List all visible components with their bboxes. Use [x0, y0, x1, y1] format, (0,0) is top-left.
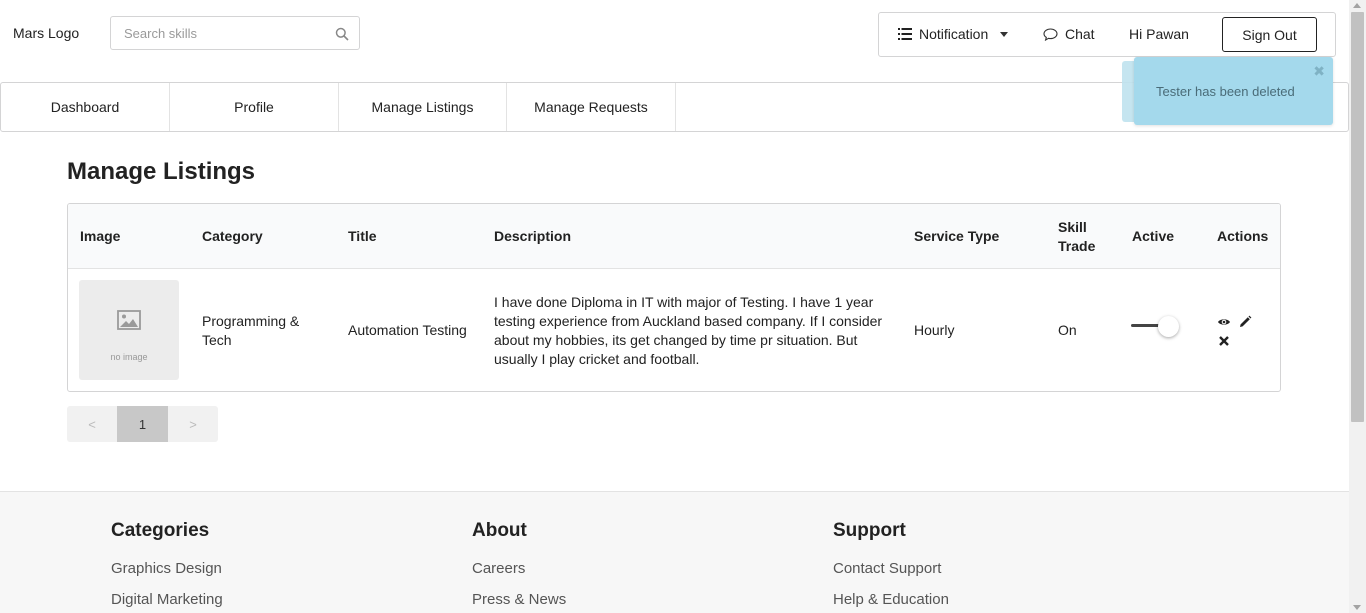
search-box	[110, 16, 360, 50]
footer-heading-categories: Categories	[111, 520, 210, 541]
close-icon[interactable]	[1217, 334, 1231, 348]
footer-link-help-education[interactable]: Help & Education	[833, 591, 949, 608]
chat-label: Chat	[1065, 26, 1095, 42]
tab-manage-requests[interactable]: Manage Requests	[507, 83, 676, 131]
toast-message: Tester has been deleted	[1156, 84, 1295, 99]
scroll-up-arrow-icon[interactable]	[1353, 3, 1361, 8]
listings-table: Image Category Title Description Service…	[67, 203, 1281, 392]
listing-service-type: Hourly	[914, 322, 955, 338]
pagination-prev[interactable]: <	[67, 406, 117, 442]
column-header-description: Description	[494, 228, 572, 244]
search-icon[interactable]	[335, 27, 349, 41]
close-icon[interactable]: ✖	[1313, 63, 1325, 80]
column-header-category: Category	[202, 228, 263, 244]
scrollbar-thumb[interactable]	[1351, 12, 1364, 422]
page: { "header": { "logo": "Mars Logo", "sear…	[0, 0, 1366, 613]
column-header-image: Image	[80, 228, 121, 244]
active-toggle[interactable]	[1131, 316, 1181, 337]
table-header: Image Category Title Description Service…	[68, 204, 1280, 269]
list-icon	[898, 28, 912, 40]
pagination-page-1[interactable]: 1	[117, 406, 168, 442]
footer-heading-about: About	[472, 520, 527, 541]
footer-link-contact-support[interactable]: Contact Support	[833, 560, 949, 577]
notification-label: Notification	[919, 26, 989, 42]
pagination: < 1 >	[67, 406, 218, 442]
toggle-knob[interactable]	[1158, 316, 1179, 337]
listing-description: I have done Diploma in IT with major of …	[494, 294, 883, 367]
listing-image: no image	[79, 280, 179, 380]
table-row: no image Programming & Tech Automation T…	[68, 269, 1280, 391]
tab-manage-listings[interactable]: Manage Listings	[339, 83, 507, 131]
vertical-scrollbar[interactable]	[1349, 0, 1366, 613]
listing-skill-trade: On	[1058, 322, 1077, 338]
pencil-icon[interactable]	[1238, 315, 1252, 329]
column-header-active: Active	[1132, 228, 1175, 244]
tab-dashboard[interactable]: Dashboard	[1, 83, 170, 131]
footer-link-graphics-design[interactable]: Graphics Design	[111, 560, 223, 577]
chat-icon	[1043, 27, 1058, 41]
top-menu: Notification Chat Hi Pawan Sign Out	[878, 12, 1336, 57]
sign-out-button[interactable]: Sign Out	[1222, 17, 1317, 52]
image-icon	[117, 310, 141, 330]
footer-about: About Careers Press & News	[472, 520, 566, 613]
tab-profile[interactable]: Profile	[170, 83, 339, 131]
listing-category: Programming & Tech	[202, 313, 300, 348]
scroll-down-arrow-icon[interactable]	[1353, 605, 1361, 610]
toast-notification[interactable]: Tester has been deleted ✖	[1134, 57, 1333, 125]
footer-support: Support Contact Support Help & Education	[833, 520, 949, 613]
footer-link-press-news[interactable]: Press & News	[472, 591, 566, 608]
footer: Categories Graphics Design Digital Marke…	[0, 491, 1349, 613]
footer-categories: Categories Graphics Design Digital Marke…	[111, 520, 223, 613]
column-header-actions: Actions	[1217, 228, 1269, 244]
no-image-label: no image	[110, 352, 148, 362]
chat-link[interactable]: Chat	[1043, 26, 1095, 42]
page-title: Manage Listings	[67, 158, 256, 185]
column-header-service-type: Service Type	[914, 228, 1000, 244]
footer-link-digital-marketing[interactable]: Digital Marketing	[111, 591, 223, 608]
footer-heading-support: Support	[833, 520, 906, 541]
search-input[interactable]	[111, 17, 321, 49]
column-header-skill-trade: Skill Trade	[1058, 219, 1096, 254]
site-logo[interactable]: Mars Logo	[13, 25, 79, 41]
notification-dropdown[interactable]: Notification	[898, 26, 1009, 42]
footer-link-careers[interactable]: Careers	[472, 560, 566, 577]
chevron-down-icon	[1000, 31, 1009, 37]
user-greeting[interactable]: Hi Pawan	[1129, 26, 1189, 42]
eye-icon[interactable]	[1217, 315, 1231, 329]
column-header-title: Title	[348, 228, 377, 244]
listing-title: Automation Testing	[348, 322, 467, 338]
pagination-next[interactable]: >	[168, 406, 218, 442]
